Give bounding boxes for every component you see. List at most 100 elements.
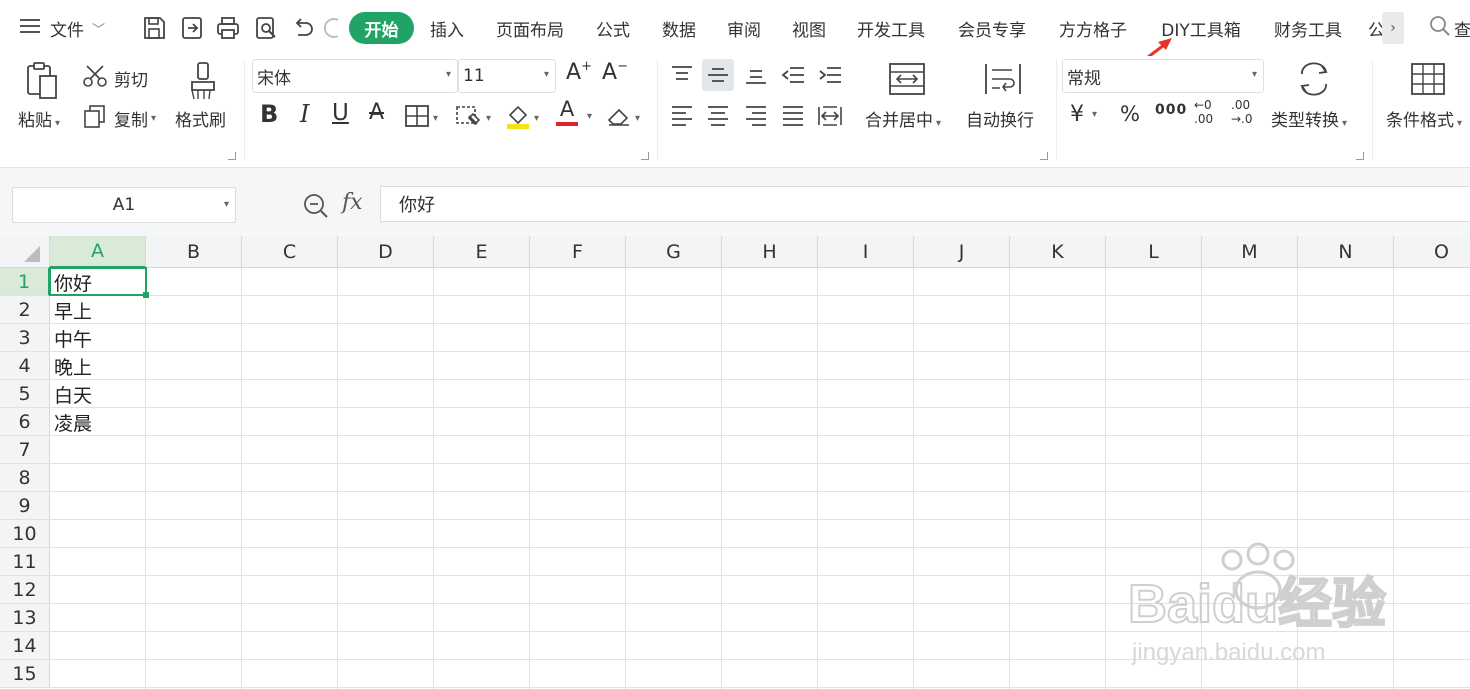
search-button[interactable]: 查 [1428,14,1470,42]
column-header-d[interactable]: D [338,236,434,268]
tab-page-layout[interactable]: 页面布局 [488,12,572,44]
font-name-select[interactable]: 宋体 ▾ [252,59,458,93]
align-middle-icon[interactable] [702,59,734,91]
distributed-align-icon[interactable] [814,100,846,132]
paste-button[interactable]: 粘贴 ▾ [18,106,60,131]
column-header-b[interactable]: B [146,236,242,268]
tab-home[interactable]: 开始 [349,12,414,44]
merge-center-button[interactable]: 合并居中 ▾ [865,106,941,131]
wrap-text-button[interactable]: 自动换行 [966,106,1034,131]
font-size-select[interactable]: 11 ▾ [458,59,556,93]
tab-view[interactable]: 视图 [784,12,834,44]
alignment-dialog-launcher[interactable] [1040,152,1048,160]
decrease-indent-icon[interactable] [777,59,809,91]
row-header-5[interactable]: 5 [0,380,50,408]
row-header-2[interactable]: 2 [0,296,50,324]
format-painter-icon[interactable] [188,60,220,102]
thousands-separator-button[interactable]: 000 [1155,102,1187,118]
column-header-k[interactable]: K [1010,236,1106,268]
column-header-c[interactable]: C [242,236,338,268]
align-center-icon[interactable] [702,100,734,132]
copy-button[interactable]: 复制 ▾ [82,104,156,133]
decrease-decimal-button[interactable]: .00 →.0 [1231,98,1253,126]
type-convert-icon[interactable] [1296,62,1332,96]
print-icon[interactable] [214,14,242,42]
export-icon[interactable] [178,14,206,42]
number-dialog-launcher[interactable] [1356,152,1364,160]
zoom-formula-icon[interactable] [302,192,330,224]
name-box[interactable]: A1 ▾ [12,187,236,223]
redo-icon[interactable] [324,14,342,42]
column-header-g[interactable]: G [626,236,722,268]
column-header-o[interactable]: O [1394,236,1470,268]
row-header-4[interactable]: 4 [0,352,50,380]
column-header-a[interactable]: A [50,236,146,268]
file-menu[interactable]: 文件 ﹀ [20,0,105,56]
active-cell-selection[interactable] [49,267,149,298]
spreadsheet-grid[interactable]: ABCDEFGHIJKLMNO 1 2 3 4 5 6 7 8 9 10 11 12 13 14 15 你好… [0,236,1470,689]
tab-finance[interactable]: 财务工具 [1266,12,1350,44]
cell-a2[interactable]: 早上 [50,296,146,324]
row-header-14[interactable]: 14 [0,632,50,660]
cell-a3[interactable]: 中午 [50,324,146,352]
justify-icon[interactable] [777,100,809,132]
select-all-corner[interactable] [0,236,50,268]
row-header-10[interactable]: 10 [0,520,50,548]
row-header-8[interactable]: 8 [0,464,50,492]
type-convert-button[interactable]: 类型转换 ▾ [1271,106,1347,131]
currency-button[interactable]: ¥ ▾ [1070,102,1097,127]
tab-data[interactable]: 数据 [654,12,704,44]
row-header-3[interactable]: 3 [0,324,50,352]
column-header-e[interactable]: E [434,236,530,268]
tab-review[interactable]: 审阅 [719,12,769,44]
row-header-15[interactable]: 15 [0,660,50,688]
align-top-icon[interactable] [666,59,698,91]
underline-button[interactable]: U [332,100,349,126]
increase-font-size-button[interactable]: A + [566,59,592,85]
increase-decimal-button[interactable]: ←0 .00 [1194,98,1213,126]
wrap-text-icon[interactable] [984,62,1022,96]
format-painter-button[interactable]: 格式刷 [175,106,226,131]
font-color-button[interactable]: A [556,98,578,126]
row-header-7[interactable]: 7 [0,436,50,464]
row-header-9[interactable]: 9 [0,492,50,520]
row-header-12[interactable]: 12 [0,576,50,604]
column-header-l[interactable]: L [1106,236,1202,268]
tab-member[interactable]: 会员专享 [950,12,1034,44]
cell-a5[interactable]: 白天 [50,380,146,408]
strikethrough-button[interactable]: A [369,100,384,125]
fill-color-button[interactable]: ▾ [505,102,539,135]
percent-button[interactable]: % [1120,102,1140,126]
column-header-j[interactable]: J [914,236,1010,268]
tabs-scroll-right-icon[interactable]: › [1382,12,1404,44]
print-preview-icon[interactable] [252,14,280,42]
cell-a6[interactable]: 凌晨 [50,408,146,436]
align-left-icon[interactable] [666,100,698,132]
align-bottom-icon[interactable] [740,59,772,91]
caret-down-icon[interactable]: ▾ [587,111,592,122]
decrease-font-size-button[interactable]: A − [602,59,628,85]
font-dialog-launcher[interactable] [641,152,649,160]
column-header-f[interactable]: F [530,236,626,268]
italic-button[interactable]: I [300,100,309,128]
column-header-h[interactable]: H [722,236,818,268]
merge-center-icon[interactable] [888,62,926,96]
insert-function-button[interactable]: fx [342,190,363,215]
tab-developer[interactable]: 开发工具 [849,12,933,44]
number-format-select[interactable]: 常规 ▾ [1062,59,1264,93]
conditional-format-button[interactable]: 条件格式 ▾ [1386,106,1462,131]
column-header-i[interactable]: I [818,236,914,268]
row-header-13[interactable]: 13 [0,604,50,632]
save-icon[interactable] [140,14,168,42]
formula-input[interactable]: 你好 [380,186,1470,222]
paste-icon[interactable] [22,60,62,102]
cut-button[interactable]: 剪切 [82,64,148,93]
tab-insert[interactable]: 插入 [422,12,472,44]
align-right-icon[interactable] [740,100,772,132]
tab-formulas[interactable]: 公式 [588,12,638,44]
tab-fangfang[interactable]: 方方格子 [1051,12,1135,44]
row-header-1[interactable]: 1 [0,268,50,296]
cell-style-button[interactable]: ▾ [455,104,491,133]
clipboard-dialog-launcher[interactable] [228,152,236,160]
cell-a4[interactable]: 晚上 [50,352,146,380]
